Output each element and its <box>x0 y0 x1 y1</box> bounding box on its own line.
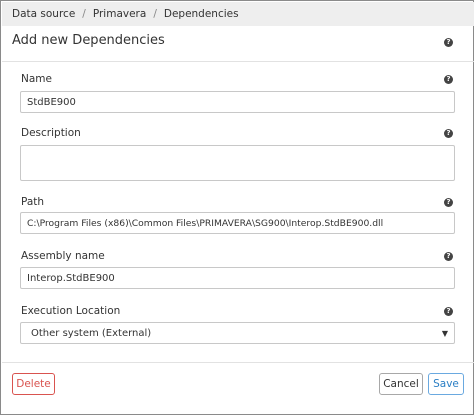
execution-location-value: Other system (External) <box>31 327 152 339</box>
chevron-down-icon: ▼ <box>441 328 448 338</box>
description-help-icon[interactable]: ? <box>444 129 453 138</box>
help-icon[interactable]: ? <box>444 38 453 47</box>
execution-location-select[interactable]: Other system (External) ▼ <box>20 322 455 344</box>
assembly-name-label: Assembly name <box>21 250 105 262</box>
delete-button[interactable]: Delete <box>12 373 55 395</box>
breadcrumb: Data source / Primavera / Dependencies <box>2 2 474 26</box>
breadcrumb-separator: / <box>153 8 157 20</box>
assembly-name-help-icon[interactable]: ? <box>444 252 453 261</box>
path-input[interactable]: C:\Program Files (x86)\Common Files\PRIM… <box>20 212 455 234</box>
name-label: Name <box>21 73 52 85</box>
footer-divider <box>2 362 474 363</box>
description-label: Description <box>21 127 81 139</box>
dialog-title: Add new Dependencies <box>12 33 165 48</box>
dialog-window: Data source / Primavera / Dependencies A… <box>0 0 474 415</box>
breadcrumb-primavera[interactable]: Primavera <box>93 8 146 20</box>
breadcrumb-dependencies: Dependencies <box>163 8 239 20</box>
execution-location-label: Execution Location <box>21 305 121 317</box>
name-input[interactable]: StdBE900 <box>20 91 455 113</box>
save-button[interactable]: Save <box>428 373 464 395</box>
path-label: Path <box>21 196 45 208</box>
breadcrumb-data-source[interactable]: Data source <box>12 8 75 20</box>
description-textarea[interactable] <box>20 145 455 181</box>
execution-location-help-icon[interactable]: ? <box>444 307 453 316</box>
path-help-icon[interactable]: ? <box>444 198 453 207</box>
cancel-button[interactable]: Cancel <box>379 373 423 395</box>
header-divider <box>2 61 474 62</box>
name-help-icon[interactable]: ? <box>444 75 453 84</box>
breadcrumb-separator: / <box>82 8 86 20</box>
assembly-name-input[interactable]: Interop.StdBE900 <box>20 267 455 289</box>
